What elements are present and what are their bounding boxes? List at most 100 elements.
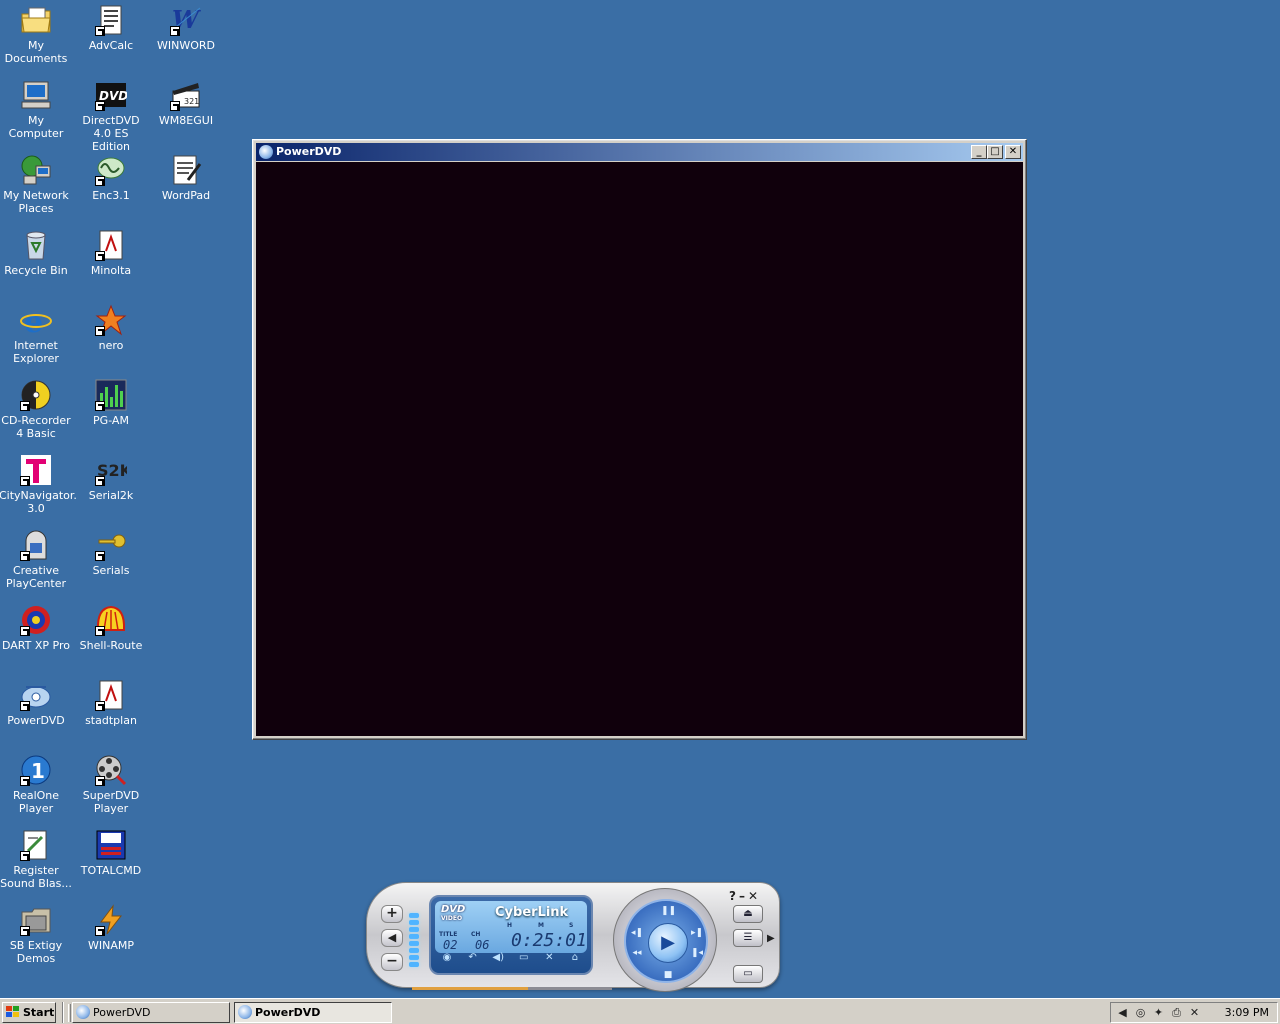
icon-label: DirectDVD 4.0 ES Edition — [82, 114, 140, 153]
desktop-icon-my-documents[interactable]: My Documents — [0, 4, 73, 65]
clock[interactable]: 3:09 PM — [1225, 1003, 1269, 1022]
menu-button[interactable]: ☰ — [733, 929, 763, 947]
navigation-ring[interactable]: ❚❚ ◂❚ ▸❚ ◂◂ ❚◂ ■ ▶ — [613, 888, 717, 992]
close-button[interactable]: ✕ — [1005, 145, 1021, 159]
icon-label: CityNavigator. 3.0 — [0, 489, 77, 515]
desktop-icon-internet-explorer[interactable]: e Internet Explorer — [0, 304, 73, 365]
desktop-icon-cd-recorder[interactable]: CD-Recorder 4 Basic — [0, 379, 73, 440]
next-chapter-button[interactable]: ▸❚ — [690, 927, 704, 939]
creative-tray-icon[interactable]: ◎ — [1133, 1005, 1148, 1020]
seconds-label: S — [569, 922, 574, 929]
bulb-tray-icon[interactable]: ✦ — [1151, 1005, 1166, 1020]
help-minimize-close-controls[interactable]: ?–✕ — [729, 889, 779, 903]
desktop-icon-wordpad[interactable]: WordPad — [149, 154, 223, 202]
network-disconnected-tray-icon[interactable]: ✕ — [1187, 1005, 1202, 1020]
desktop-icon-pg-am[interactable]: PG-AM — [74, 379, 148, 427]
capture-icon[interactable]: ◉ — [439, 951, 455, 965]
icon-label: PowerDVD — [7, 714, 65, 727]
desktop-icon-citynavigator[interactable]: CityNavigator. 3.0 — [0, 454, 77, 515]
desktop-icon-serial2k[interactable]: S2K Serial2k — [74, 454, 148, 502]
pdf-icon — [95, 679, 127, 711]
desktop-icon-wm8egui[interactable]: 321 WM8EGUI — [149, 79, 223, 127]
desktop-icon-directdvd[interactable]: DVD DirectDVD 4.0 ES Edition — [74, 79, 148, 153]
desktop-icon-recycle-bin[interactable]: Recycle Bin — [0, 229, 73, 277]
chapter-label: CH — [471, 931, 481, 938]
disc-button[interactable]: ▭ — [733, 965, 763, 983]
icon-label: Serial2k — [88, 489, 134, 502]
totalcmd-icon — [95, 829, 127, 861]
calculator-document-icon — [95, 4, 127, 36]
icon-label: nero — [98, 339, 124, 352]
angle-icon[interactable]: ✕ — [541, 951, 557, 965]
previous-chapter-button[interactable]: ❚◂ — [690, 947, 704, 959]
icon-label: WordPad — [161, 189, 211, 202]
desktop-icon-enc3[interactable]: Enc3.1 — [74, 154, 148, 202]
icon-label: SuperDVD Player — [82, 789, 140, 815]
taskbar-separator — [62, 1002, 64, 1023]
quick-launch-handle[interactable] — [68, 1004, 71, 1022]
equalizer-icon — [95, 379, 127, 411]
playback-progress-bar[interactable] — [412, 987, 612, 990]
desktop-icon-powerdvd[interactable]: PowerDVD — [0, 679, 73, 727]
play-button[interactable]: ▶ — [648, 923, 688, 963]
volume-tray-icon[interactable]: ◀ — [1115, 1005, 1130, 1020]
wordpad-icon — [170, 154, 202, 186]
window-titlebar[interactable]: PowerDVD _ □ ✕ — [256, 143, 1023, 161]
desktop-icon-sb-extigy-demos[interactable]: SB Extigy Demos — [0, 904, 73, 965]
desktop-icon-advcalc[interactable]: AdvCalc — [74, 4, 148, 52]
audio-icon[interactable]: ◀) — [490, 951, 506, 965]
volume-up-button[interactable]: + — [381, 905, 403, 923]
powerdvd-video-window[interactable]: PowerDVD _ □ ✕ — [252, 139, 1027, 740]
volume-down-button[interactable]: − — [381, 953, 403, 971]
dart-icon — [20, 604, 52, 636]
volume-controls: + ◀ − — [381, 905, 407, 975]
powerdvd-icon — [76, 1005, 90, 1019]
taskbar-button-powerdvd-2[interactable]: PowerDVD — [234, 1002, 392, 1023]
zoom-icon[interactable]: ⌂ — [567, 951, 583, 965]
window-title: PowerDVD — [276, 145, 342, 158]
icon-label: WINAMP — [88, 939, 134, 952]
desktop-icon-stadtplan[interactable]: stadtplan — [74, 679, 148, 727]
desktop-icon-winword[interactable]: W WINWORD — [149, 4, 223, 52]
desktop-icon-totalcmd[interactable]: TOTALCMD — [74, 829, 148, 877]
lcd-display: DVD VIDEO CyberLink TITLE CH H M S 02 06… — [429, 895, 593, 975]
desktop-icon-dart-xp-pro[interactable]: DART XP Pro — [0, 604, 73, 652]
slow-rewind-button[interactable]: ◂❚ — [630, 927, 644, 939]
desktop-icon-nero[interactable]: nero — [74, 304, 148, 352]
minimize-button[interactable]: _ — [971, 145, 987, 159]
powerdvd-icon — [20, 679, 52, 711]
serial-icon: S2K — [95, 454, 133, 486]
video-area[interactable] — [256, 162, 1023, 736]
maximize-button[interactable]: □ — [987, 145, 1003, 159]
pause-button[interactable]: ❚❚ — [661, 905, 676, 917]
desktop-icon-register-sound-blaster[interactable]: Register Sound Blas... — [0, 829, 73, 890]
subtitle-icon[interactable]: ▭ — [516, 951, 532, 965]
nero-icon — [95, 304, 127, 336]
powerdvd-control-panel[interactable]: + ◀ − DVD VIDEO CyberLink TITLE CH H M S… — [362, 878, 784, 994]
eject-button[interactable]: ⏏ — [733, 905, 763, 923]
rewind-button[interactable]: ◂◂ — [630, 947, 644, 959]
svg-text:e: e — [24, 305, 43, 336]
powerdvd-icon — [259, 145, 273, 159]
desktop-icon-minolta[interactable]: Minolta — [74, 229, 148, 277]
volume-level-indicator — [409, 913, 421, 973]
desktop-icon-serials[interactable]: Serials — [74, 529, 148, 577]
desktop-icon-superdvd-player[interactable]: SuperDVD Player — [74, 754, 148, 815]
expand-arrow-icon[interactable]: ▶ — [767, 933, 775, 944]
mute-button[interactable]: ◀ — [381, 929, 403, 947]
desktop-icon-realone-player[interactable]: 1 RealOne Player — [0, 754, 73, 815]
return-icon[interactable]: ↶ — [465, 951, 481, 965]
desktop-icon-shell-route[interactable]: Shell-Route — [74, 604, 148, 652]
icon-label: Register Sound Blas... — [0, 864, 72, 890]
cd-recorder-icon — [20, 379, 52, 411]
winamp-icon — [95, 904, 127, 936]
printer-tray-icon[interactable]: ⎙ — [1169, 1005, 1184, 1020]
stop-button[interactable]: ■ — [661, 969, 675, 981]
desktop-icon-creative-playcenter[interactable]: Creative PlayCenter — [0, 529, 73, 590]
desktop-icon-winamp[interactable]: WINAMP — [74, 904, 148, 952]
progress-fill — [412, 987, 528, 990]
desktop-icon-my-network-places[interactable]: My Network Places — [0, 154, 73, 215]
start-button[interactable]: Start — [2, 1002, 56, 1023]
taskbar-button-powerdvd-1[interactable]: PowerDVD — [72, 1002, 230, 1023]
desktop-icon-my-computer[interactable]: My Computer — [0, 79, 73, 140]
